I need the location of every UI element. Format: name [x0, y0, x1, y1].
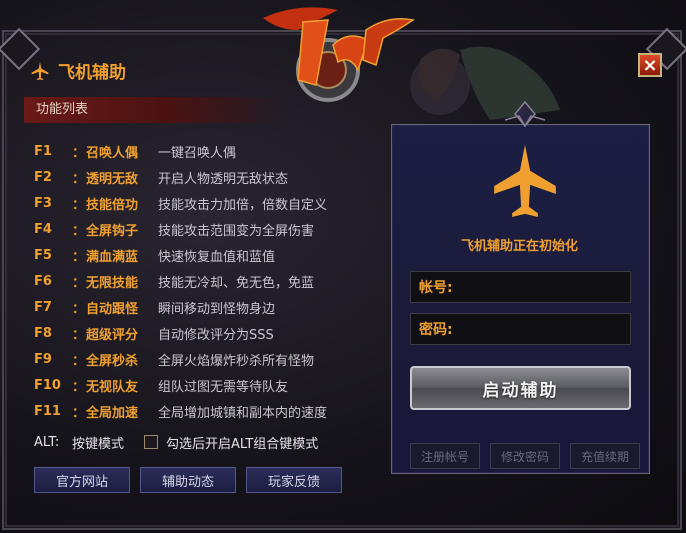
- window-title: 飞机辅助: [30, 58, 126, 83]
- hotkey: F9: [34, 351, 52, 367]
- function-desc: 组队过图无需等待队友: [158, 379, 289, 395]
- function-desc: 快速恢复血值和蓝值: [158, 249, 276, 265]
- separator: ：: [72, 379, 86, 395]
- separator: ：: [72, 301, 86, 317]
- password-field[interactable]: 密码:: [410, 313, 631, 345]
- plane-icon: [31, 61, 49, 80]
- separator: ：: [72, 197, 86, 213]
- separator: ：: [72, 171, 86, 187]
- function-name: 全屏钩子: [86, 223, 139, 239]
- function-row: F9 ：全屏秒杀 全屏火焰爆炸秒杀所有怪物: [34, 346, 327, 372]
- account-input[interactable]: [452, 278, 630, 296]
- separator: ：: [72, 223, 86, 239]
- separator: ：: [72, 327, 86, 343]
- hotkey: F6: [34, 273, 52, 289]
- function-desc: 技能无冷却、免无色，免蓝: [158, 275, 315, 291]
- separator: ：: [72, 353, 86, 369]
- plane-icon: [494, 145, 556, 217]
- function-row: F5 ：满血满蓝 快速恢复血值和蓝值: [34, 242, 327, 268]
- function-row: F4 ：全屏钩子 技能攻击范围变为全屏伤害: [34, 216, 327, 242]
- password-input[interactable]: [452, 320, 630, 338]
- function-row: F7 ：自动跟怪 瞬间移动到怪物身边: [34, 294, 327, 320]
- start-assist-button[interactable]: 启动辅助: [410, 366, 631, 410]
- function-name: 全局加速: [86, 405, 139, 421]
- function-row: F3 ：技能倍功 技能攻击力加倍，倍数自定义: [34, 190, 327, 216]
- account-field[interactable]: 帐号:: [410, 271, 631, 303]
- hotkey: F7: [34, 299, 52, 315]
- init-status-text: 飞机辅助正在初始化: [460, 239, 578, 254]
- function-list: F1：召唤人偶 一键召唤人偶 F2：透明无敌 开启人物透明无敌状态 F3：技能倍功技…: [34, 138, 327, 424]
- function-name: 自动跟怪: [86, 301, 139, 317]
- function-row: F1 ：召唤人偶 一键召唤人偶: [34, 138, 327, 164]
- function-name: 满血满蓝: [86, 249, 139, 265]
- app-window: 飞机辅助 × 功能列表 F1：召唤人偶 一键召唤人偶 F2：透明无敌 开启人物透明无…: [0, 0, 686, 533]
- separator: ：: [72, 275, 86, 291]
- panel-top-ornament: [505, 100, 545, 128]
- function-name: 全屏秒杀: [86, 353, 139, 369]
- alt-mode-row: ALT: 按键模式 勾选后开启ALT组合键模式: [34, 430, 318, 454]
- function-desc: 全局增加城镇和副本内的速度: [158, 405, 328, 421]
- change-password-button[interactable]: 修改密码: [490, 443, 560, 469]
- account-actions-row: 注册帐号 修改密码 充值续期: [410, 443, 640, 469]
- separator: ：: [72, 405, 86, 421]
- close-icon: ×: [642, 54, 658, 76]
- dnf-logo: [263, 7, 415, 102]
- official-website-button[interactable]: 官方网站: [34, 467, 130, 493]
- function-row: F10 ：无视队友 组队过图无需等待队友: [34, 372, 327, 398]
- separator: ：: [72, 249, 86, 265]
- function-row: F8 ：超级评分 自动修改评分为SSS: [34, 320, 327, 346]
- assist-news-button[interactable]: 辅助动态: [140, 467, 236, 493]
- function-name: 透明无敌: [86, 171, 139, 187]
- function-name: 技能倍功: [86, 197, 139, 213]
- password-label: 密码:: [419, 322, 453, 338]
- function-desc: 技能攻击力加倍，倍数自定义: [158, 197, 328, 213]
- function-desc: 一键召唤人偶: [158, 145, 237, 161]
- function-desc: 技能攻击范围变为全屏伤害: [158, 223, 315, 239]
- alt-hotkey: ALT:: [34, 434, 60, 450]
- function-name: 召唤人偶: [86, 145, 139, 161]
- function-row: F2 ：透明无敌 开启人物透明无敌状态: [34, 164, 327, 190]
- separator: ：: [72, 145, 86, 161]
- register-account-button[interactable]: 注册帐号: [410, 443, 480, 469]
- link-button-row: 官方网站 辅助动态 玩家反馈: [34, 467, 342, 493]
- function-desc: 全屏火焰爆炸秒杀所有怪物: [158, 353, 315, 369]
- function-row: F6 ：无限技能 技能无冷却、免无色，免蓝: [34, 268, 327, 294]
- recharge-button[interactable]: 充值续期: [570, 443, 640, 469]
- function-desc: 开启人物透明无敌状态: [158, 171, 289, 187]
- hotkey: F8: [34, 325, 52, 341]
- function-name: 无视队友: [86, 379, 139, 395]
- alt-mode-checkbox[interactable]: [144, 435, 158, 449]
- alt-mode-label: 按键模式: [72, 436, 125, 452]
- hotkey: F2: [34, 169, 52, 185]
- hotkey: F10: [34, 377, 61, 393]
- function-desc: 自动修改评分为SSS: [158, 327, 274, 343]
- window-title-text: 飞机辅助: [58, 63, 126, 83]
- alt-mode-desc: 勾选后开启ALT组合键模式: [166, 436, 319, 452]
- function-desc: 瞬间移动到怪物身边: [158, 301, 276, 317]
- hotkey: F4: [34, 221, 52, 237]
- function-row: F11 ：全局加速 全局增加城镇和副本内的速度: [34, 398, 327, 424]
- function-list-header: 功能列表: [24, 97, 284, 123]
- hotkey: F5: [34, 247, 52, 263]
- hotkey: F1: [34, 143, 52, 159]
- player-feedback-button[interactable]: 玩家反馈: [246, 467, 342, 493]
- function-name: 无限技能: [86, 275, 139, 291]
- hotkey: F3: [34, 195, 52, 211]
- hotkey: F11: [34, 403, 61, 419]
- close-button[interactable]: ×: [638, 53, 662, 77]
- function-name: 超级评分: [86, 327, 139, 343]
- account-label: 帐号:: [419, 280, 453, 296]
